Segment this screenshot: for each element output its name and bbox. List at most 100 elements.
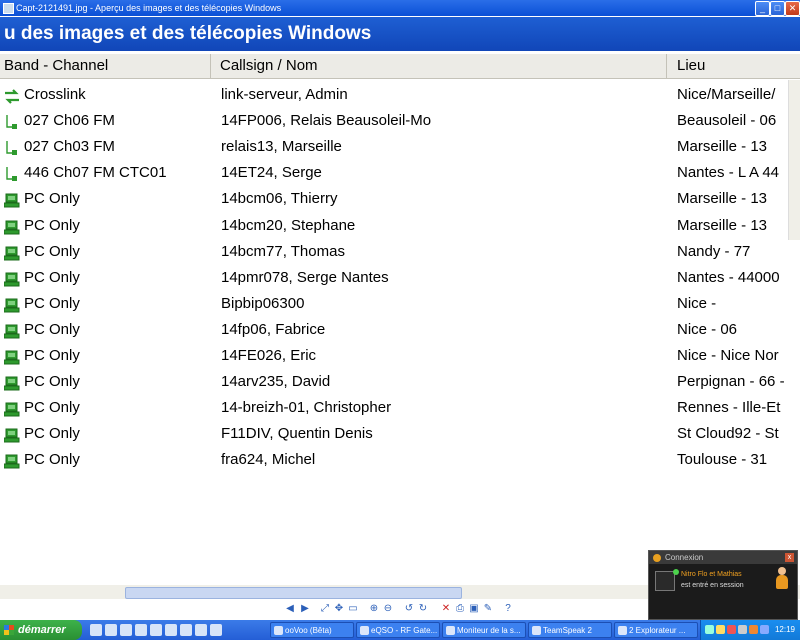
vertical-scrollbar[interactable] — [788, 80, 800, 240]
slideshow-icon[interactable]: ▭ — [347, 603, 359, 615]
table-row[interactable]: PC Only 14-breizh-01, Christopher Rennes -… — [0, 395, 800, 421]
row-lieu: Toulouse - 31 — [677, 451, 768, 469]
rotate-left-icon[interactable]: ↺ — [403, 603, 415, 615]
pc-icon — [3, 296, 20, 313]
previous-icon[interactable]: ◀ — [284, 603, 296, 615]
taskbar-button-oovoo[interactable]: ooVoo (Bêta) — [270, 622, 354, 638]
row-callsign: F11DIV, Quentin Denis — [221, 425, 373, 443]
viewer-toolbar: ◀ ▶ ⤢ ✥ ▭ ⊕ ⊖ ↺ ↻ ✕ ⎙ ▣ ✎ ? — [270, 600, 520, 618]
row-band: PC Only — [24, 451, 80, 469]
table-row[interactable]: 027 Ch03 FM relais13, Marseille Marseille … — [0, 134, 800, 160]
table-row[interactable]: Crosslink link-serveur, Admin Nice/Marseil… — [0, 82, 800, 108]
table-row[interactable]: 446 Ch07 FM CTC01 14ET24, Serge Nantes - L… — [0, 160, 800, 186]
pc-icon — [3, 322, 20, 339]
quicklaunch-icon[interactable] — [135, 624, 147, 636]
taskbar-button-teamspeak[interactable]: TeamSpeak 2 — [528, 622, 612, 638]
window-title: Capt-2121491.jpg - Aperçu des images et … — [16, 3, 282, 13]
pc-icon — [3, 426, 20, 443]
next-icon[interactable]: ▶ — [299, 603, 311, 615]
quicklaunch-icon[interactable] — [210, 624, 222, 636]
table-row[interactable]: PC Only 14bcm77, Thomas Nandy - 77 — [0, 239, 800, 265]
quicklaunch-icon[interactable] — [165, 624, 177, 636]
pc-icon — [3, 400, 20, 417]
maximize-button[interactable]: □ — [770, 1, 785, 16]
row-band: 027 Ch03 FM — [24, 138, 115, 156]
start-button[interactable]: démarrer — [0, 620, 82, 640]
table-row[interactable]: PC Only 14bcm20, Stephane Marseille - 13 — [0, 213, 800, 239]
user-list: Crosslink link-serveur, Admin Nice/Marseil… — [0, 82, 800, 482]
table-row[interactable]: PC Only fra624, Michel Toulouse - 31 — [0, 447, 800, 473]
tray-icon[interactable] — [738, 625, 747, 634]
column-header-band[interactable]: Band - Channel — [0, 54, 211, 78]
row-band: PC Only — [24, 347, 80, 364]
column-header-callsign[interactable]: Callsign / Nom — [211, 54, 667, 78]
user-icon — [775, 567, 789, 591]
row-lieu: Nice - 06 — [677, 320, 738, 338]
row-callsign: 14bcm77, Thomas — [221, 242, 345, 260]
start-label: démarrer — [18, 624, 66, 636]
window-titlebar[interactable]: Capt-2121491.jpg - Aperçu des images et … — [0, 0, 800, 16]
notification-user: Nitro Flo et Mathias — [681, 571, 742, 578]
table-row[interactable]: PC Only 14fp06, Fabrice Nice - 06 — [0, 317, 800, 343]
row-band: Crosslink — [24, 86, 86, 103]
quicklaunch-icon[interactable] — [195, 624, 207, 636]
zoom-out-icon[interactable]: ⊖ — [382, 603, 394, 615]
row-callsign: 14arv235, David — [221, 373, 331, 391]
notification-popup[interactable]: Connexion x Nitro Flo et Mathias est ent… — [648, 550, 798, 620]
radio-link-icon — [4, 113, 20, 130]
quicklaunch-icon[interactable] — [150, 624, 162, 636]
system-tray: 12:19 — [700, 620, 800, 640]
actual-size-icon[interactable]: ✥ — [333, 603, 345, 615]
row-band: 446 Ch07 FM CTC01 — [24, 164, 167, 182]
taskbar-button-eqso[interactable]: eQSO - RF Gate... — [356, 622, 440, 638]
table-row[interactable]: 027 Ch06 FM 14FP006, Relais Beausoleil-Mo… — [0, 108, 800, 134]
pc-icon — [3, 270, 20, 287]
column-header-lieu[interactable]: Lieu — [667, 54, 800, 78]
print-icon[interactable]: ⎙ — [454, 603, 466, 615]
help-icon[interactable]: ? — [502, 603, 514, 615]
tray-icon[interactable] — [760, 625, 769, 634]
windows-logo-icon — [4, 625, 14, 635]
tray-icon[interactable] — [749, 625, 758, 634]
row-callsign: link-serveur, Admin — [221, 86, 348, 103]
row-callsign: 14fp06, Fabrice — [221, 320, 326, 338]
table-row[interactable]: PC Only 14bcm06, Thierry Marseille - 13 — [0, 186, 800, 212]
row-lieu: Nantes - 44000 — [677, 268, 780, 286]
pc-icon — [3, 452, 20, 469]
edit-icon[interactable]: ✎ — [482, 603, 494, 615]
minimize-button[interactable]: _ — [755, 1, 770, 16]
row-band: 027 Ch06 FM — [24, 112, 115, 130]
radio-link-icon — [4, 139, 20, 156]
delete-icon[interactable]: ✕ — [440, 603, 452, 615]
taskbar-button-moniteur[interactable]: Moniteur de la s... — [442, 622, 526, 638]
row-callsign: 14pmr078, Serge Nantes — [221, 268, 389, 286]
table-row[interactable]: PC Only 14arv235, David Perpignan - 66 - — [0, 369, 800, 395]
row-lieu: Nandy - 77 — [677, 242, 751, 260]
quicklaunch-icon[interactable] — [105, 624, 117, 636]
tray-icon[interactable] — [705, 625, 714, 634]
table-row[interactable]: PC Only F11DIV, Quentin Denis St Cloud92 -… — [0, 421, 800, 447]
row-band: PC Only — [24, 190, 80, 208]
tray-icon[interactable] — [727, 625, 736, 634]
table-row[interactable]: PC Only 14pmr078, Serge Nantes Nantes - 44… — [0, 265, 800, 291]
quicklaunch-icon[interactable] — [90, 624, 102, 636]
taskbar: démarrer ooVoo (Bêta) eQSO - RF Gate... … — [0, 620, 800, 640]
tray-icon[interactable] — [716, 625, 725, 634]
table-row[interactable]: PC Only Bipbip06300 Nice - — [0, 291, 800, 317]
quicklaunch-icon[interactable] — [120, 624, 132, 636]
page-title: u des images et des télécopies Windows — [4, 23, 372, 44]
notification-message: est entré en session — [681, 582, 744, 589]
taskbar-button-explorer[interactable]: 2 Explorateur ... — [614, 622, 698, 638]
close-button[interactable]: ✕ — [785, 1, 800, 16]
row-lieu: Perpignan - 66 - — [677, 373, 785, 391]
table-row[interactable]: PC Only 14FE026, Eric Nice - Nice Nor — [0, 343, 800, 369]
best-fit-icon[interactable]: ⤢ — [319, 603, 331, 615]
scrollbar-thumb[interactable] — [125, 587, 462, 599]
row-band: PC Only — [24, 242, 80, 260]
rotate-right-icon[interactable]: ↻ — [417, 603, 429, 615]
quicklaunch-icon[interactable] — [180, 624, 192, 636]
zoom-in-icon[interactable]: ⊕ — [368, 603, 380, 615]
notification-close-button[interactable]: x — [785, 553, 794, 562]
save-icon[interactable]: ▣ — [468, 603, 480, 615]
pc-icon — [3, 191, 20, 208]
